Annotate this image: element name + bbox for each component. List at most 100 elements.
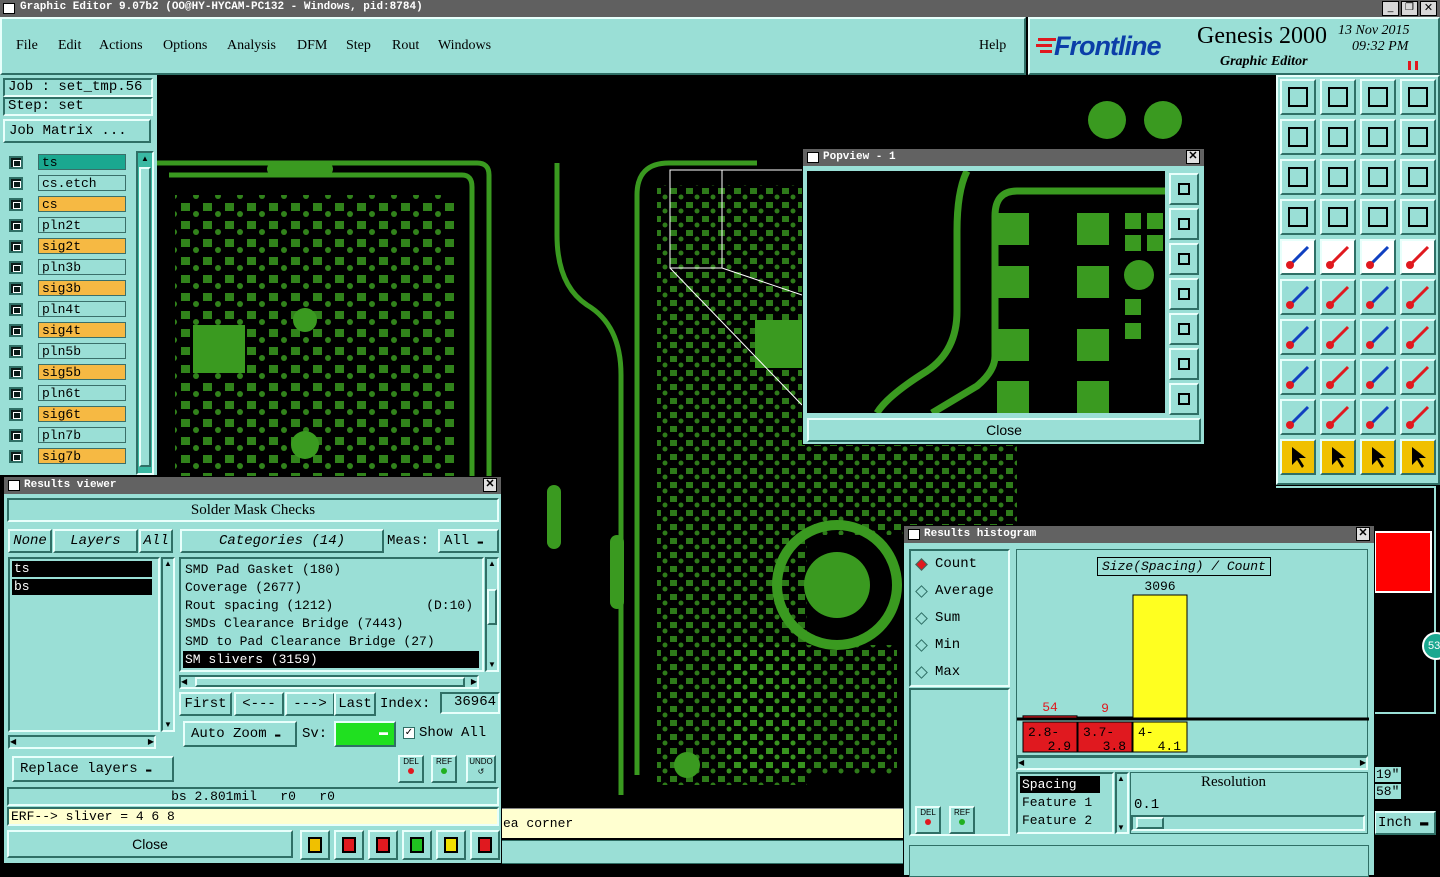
layer-row[interactable]: ts (6, 154, 126, 171)
close-icon[interactable]: ✕ (1420, 1, 1437, 16)
triangle-blue-icon[interactable] (1320, 399, 1356, 435)
layer-result-scrollbar[interactable]: ▲ ▼ (161, 557, 175, 732)
index-input[interactable]: 36964 (440, 692, 500, 714)
minimize-icon[interactable]: _ (1382, 1, 1399, 16)
scroll-down-icon[interactable]: ▼ (163, 720, 173, 730)
histogram-bar[interactable] (1132, 594, 1188, 719)
zoom-in-icon[interactable] (1169, 208, 1199, 240)
show-all-checkbox[interactable]: ✓ (403, 727, 415, 739)
layer-checkbox[interactable] (9, 177, 23, 190)
histogram-field-list[interactable]: Spacing Feature 1 Feature 2 (1016, 772, 1114, 834)
triangle-b-icon[interactable] (1400, 399, 1436, 435)
category-list[interactable]: SMD Pad Gasket (180) Coverage (2677) Rout … (179, 557, 484, 672)
mirror-icon[interactable] (1400, 319, 1436, 355)
ref-button[interactable]: REF (431, 755, 457, 783)
angle-icon[interactable] (1280, 319, 1316, 355)
layer-row[interactable]: sig2t (6, 238, 126, 255)
triangle-a-icon[interactable] (1360, 399, 1396, 435)
category-scrollbar[interactable]: ▲ ▼ (485, 557, 499, 672)
hist-field-item[interactable]: Feature 1 (1020, 794, 1110, 811)
layer-checkbox[interactable] (9, 408, 23, 421)
auto-zoom-select[interactable]: Auto Zoom ▬ (183, 721, 297, 747)
select-tool-icon[interactable] (1280, 239, 1316, 275)
category-hscroll-thumb[interactable] (195, 677, 465, 687)
diagonal-icon[interactable] (1320, 319, 1356, 355)
result-layer-item[interactable]: bs (12, 579, 152, 595)
category-item[interactable]: SMD to Pad Clearance Bridge (27) (183, 633, 479, 650)
layer-checkbox[interactable] (9, 282, 23, 295)
undo-button[interactable]: UNDO ↺ (466, 755, 496, 783)
menu-edit[interactable]: Edit (58, 38, 81, 54)
layer-checkbox[interactable] (9, 156, 23, 169)
camera-icon[interactable] (334, 830, 364, 860)
histogram-hscroll[interactable]: ◀ ▶ (1016, 756, 1368, 770)
query-icon[interactable] (1400, 159, 1436, 195)
meas-select[interactable]: All ▬ (438, 529, 499, 553)
layer-checkbox[interactable] (9, 345, 23, 358)
fit-icon[interactable] (1280, 159, 1316, 195)
maximize-icon[interactable]: ❐ (1401, 1, 1418, 16)
category-item[interactable]: SM slivers (3159) (183, 651, 479, 668)
scroll-down-icon[interactable]: ▼ (487, 660, 497, 670)
layer-result-list[interactable]: ts bs (8, 557, 160, 732)
category-hscroll[interactable]: ◀ ▶ (179, 675, 479, 689)
category-item[interactable]: Rout spacing (1212) (D:10) (183, 597, 479, 614)
hist-field-item[interactable]: Feature 2 (1020, 812, 1110, 829)
split-view-icon[interactable] (1400, 79, 1436, 115)
replace-layers-select[interactable]: Replace layers ▬ (12, 756, 174, 782)
pointer-square-icon[interactable] (1320, 439, 1356, 475)
layer-checkbox[interactable] (9, 261, 23, 274)
next-button[interactable]: ---> (285, 692, 335, 716)
field-scrollbar[interactable]: ▲ ▼ (1115, 772, 1129, 834)
pan-left-icon[interactable] (1169, 278, 1199, 310)
close-icon[interactable]: ✕ (1356, 527, 1370, 541)
pointer-icon[interactable] (1280, 439, 1316, 475)
layer-checkbox[interactable] (9, 324, 23, 337)
flip-icon[interactable] (1360, 119, 1396, 155)
pan-left-tool-icon[interactable] (1280, 119, 1316, 155)
pan-right-icon[interactable] (1169, 313, 1199, 345)
hist-ref-button[interactable]: REF (949, 806, 975, 834)
number-icon[interactable] (402, 830, 432, 860)
scroll-right-icon[interactable]: ▶ (471, 677, 477, 686)
popview-canvas[interactable] (807, 171, 1165, 413)
load-view-icon[interactable] (1320, 79, 1356, 115)
result-layer-item[interactable]: ts (12, 561, 152, 577)
scroll-up-icon[interactable]: ▲ (139, 154, 151, 164)
save-view-icon[interactable] (1280, 79, 1316, 115)
menu-step[interactable]: Step (346, 38, 371, 54)
category-item[interactable]: SMDs Clearance Bridge (7443) (183, 615, 479, 632)
layer-checkbox[interactable] (9, 219, 23, 232)
all-layers-button[interactable]: All (139, 529, 173, 553)
layer-row[interactable]: pln6t (6, 385, 126, 402)
grid-icon[interactable] (1320, 199, 1356, 235)
zoom-window-icon[interactable] (1169, 348, 1199, 380)
layer-row[interactable]: sig3b (6, 280, 126, 297)
scroll-up-icon[interactable]: ▲ (163, 559, 173, 569)
scroll-right-icon[interactable]: ▶ (148, 737, 154, 746)
del-button[interactable]: DEL (398, 755, 424, 783)
layer-row[interactable]: pln4t (6, 301, 126, 318)
layer-checkbox[interactable] (9, 387, 23, 400)
category-item[interactable]: SMD Pad Gasket (180) (183, 561, 479, 578)
sv-color-select[interactable]: ▬ (334, 721, 396, 747)
layer-row[interactable]: sig6t (6, 406, 126, 423)
layer-row[interactable]: pln3b (6, 259, 126, 276)
menu-dfm[interactable]: DFM (297, 38, 327, 54)
scroll-down-icon[interactable]: ▼ (1117, 823, 1125, 832)
layer-row[interactable]: sig5b (6, 364, 126, 381)
histogram-bar[interactable] (1077, 716, 1133, 719)
resize-icon[interactable] (1360, 359, 1396, 395)
layer-scrollbar[interactable]: ▲ (136, 151, 154, 475)
rotate-icon[interactable] (1360, 319, 1396, 355)
category-item[interactable]: Coverage (2677) (183, 579, 479, 596)
results-close-button[interactable]: Close (7, 830, 293, 858)
layer-checkbox[interactable] (9, 429, 23, 442)
popview-close-button[interactable]: Close (807, 418, 1201, 442)
menu-options[interactable]: Options (163, 38, 207, 54)
hist-option-min[interactable]: Min (915, 636, 1007, 656)
scroll-up-icon[interactable]: ▲ (487, 559, 497, 569)
layer-scroll-thumb[interactable] (139, 167, 151, 467)
measure-icon[interactable] (1280, 199, 1316, 235)
menu-file[interactable]: File (16, 38, 38, 54)
